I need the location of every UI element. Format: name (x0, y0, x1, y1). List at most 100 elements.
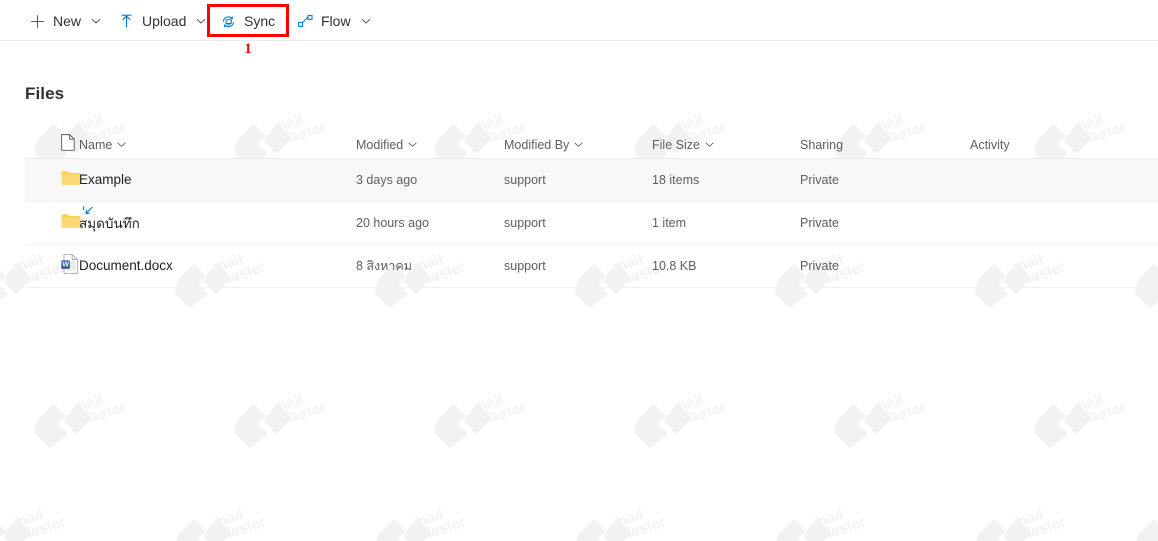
header-cell-activity[interactable]: Activity (970, 138, 1100, 152)
table-header-row: Name Modified Modified By File Size Shar… (25, 131, 1158, 159)
file-name-link[interactable]: สมุดบันทึก (79, 216, 140, 232)
header-cell-sharing[interactable]: Sharing (800, 138, 970, 152)
chevron-down-icon[interactable] (116, 139, 127, 150)
file-name-link[interactable]: Example (79, 172, 132, 187)
file-size-value: 18 items (652, 173, 700, 187)
table-row[interactable]: สมุดบันทึก 20 hours ago support 1 item Priva… (25, 202, 1158, 245)
svg-text:mail: mail (1071, 391, 1105, 416)
files-table: Name Modified Modified By File Size Shar… (25, 131, 1158, 288)
folder-icon (61, 170, 81, 191)
annotation-step-number: 1 (244, 41, 252, 57)
svg-text:master: master (616, 513, 668, 541)
new-button-label: New (53, 13, 82, 29)
svg-text:master: master (816, 513, 868, 541)
table-row[interactable]: Example 3 days ago support 18 items Private (25, 159, 1158, 202)
modified-by-value: support (504, 173, 546, 187)
modified-by-value: support (504, 259, 546, 273)
svg-text:master: master (876, 398, 928, 429)
sync-button[interactable]: Sync (213, 5, 282, 37)
row-sharing-cell[interactable]: Private (800, 171, 970, 189)
watermark-logo: mailmaster (960, 505, 1090, 541)
file-size-value: 1 item (652, 216, 687, 230)
svg-text:master: master (216, 513, 268, 541)
document-icon (61, 133, 75, 156)
sync-icon (220, 13, 237, 30)
watermark-logo: mailmaster (360, 505, 490, 541)
row-icon-cell: W (25, 253, 79, 279)
header-label-file-size: File Size (652, 137, 700, 152)
watermark-logo: mailmaster (160, 505, 290, 541)
upload-button[interactable]: Upload (111, 5, 215, 37)
modified-value: 3 days ago (356, 173, 418, 187)
svg-text:mail: mail (211, 506, 245, 531)
svg-text:master: master (16, 513, 68, 541)
svg-text:mail: mail (271, 391, 305, 416)
watermark-logo: mailmaster (620, 390, 750, 460)
modified-value: 8 สิงหาคม (356, 259, 413, 273)
header-cell-name[interactable]: Name (79, 138, 356, 152)
table-row[interactable]: W Document.docx 8 สิงหาคม support 10.8 KB Pri… (25, 245, 1158, 288)
sharing-value[interactable]: Private (800, 259, 839, 273)
row-icon-cell (25, 170, 81, 191)
header-cell-modified-by[interactable]: Modified By (504, 138, 652, 152)
sharing-value[interactable]: Private (800, 173, 839, 187)
header-label-modified-by: Modified By (504, 137, 570, 152)
svg-text:master: master (476, 398, 528, 429)
chevron-down-icon[interactable] (194, 14, 208, 28)
svg-text:mail: mail (411, 506, 445, 531)
page-title: Files (25, 84, 65, 103)
svg-text:mail: mail (871, 391, 905, 416)
row-icon-cell (25, 213, 81, 234)
sync-button-label: Sync (244, 13, 276, 29)
chevron-down-icon[interactable] (89, 14, 103, 28)
svg-text:mail: mail (1011, 506, 1045, 531)
watermark-logo: mailmaster (0, 505, 90, 541)
upload-button-label: Upload (142, 13, 187, 29)
watermark-logo: mailmaster (1020, 390, 1150, 460)
chevron-down-icon[interactable] (704, 139, 715, 150)
svg-text:master: master (1076, 398, 1128, 429)
flow-icon (297, 13, 314, 30)
command-bar: New Upload Sync Flow (0, 0, 1158, 41)
header-cell-modified[interactable]: Modified (356, 138, 504, 152)
watermark-logo: mailmaster (420, 390, 550, 460)
row-sharing-cell[interactable]: Private (800, 257, 970, 275)
chevron-down-icon[interactable] (573, 139, 584, 150)
link-cursor-icon (81, 204, 95, 218)
row-sharing-cell[interactable]: Private (800, 214, 970, 232)
file-size-value: 10.8 KB (652, 259, 697, 273)
chevron-down-icon[interactable] (359, 14, 373, 28)
row-modified-by-cell: support (504, 257, 652, 275)
flow-button[interactable]: Flow (290, 5, 380, 37)
row-name-cell[interactable]: Document.docx (79, 257, 356, 275)
svg-text:mail: mail (11, 506, 45, 531)
table-body: Example 3 days ago support 18 items Private ส… (25, 159, 1158, 288)
row-name-cell[interactable]: สมุดบันทึก (79, 206, 356, 234)
row-modified-by-cell: support (504, 171, 652, 189)
svg-text:mail: mail (611, 506, 645, 531)
svg-text:W: W (62, 259, 69, 268)
header-cell-file-size[interactable]: File Size (652, 138, 800, 152)
header-label-activity: Activity (970, 137, 1010, 152)
watermark-logo: mailmaster (20, 390, 150, 460)
row-file-size-cell: 10.8 KB (652, 257, 800, 275)
header-cell-icon (25, 133, 79, 156)
watermark-logo: mailmaster (1120, 505, 1158, 541)
row-name-cell[interactable]: Example (79, 171, 356, 189)
svg-text:mail: mail (71, 391, 105, 416)
svg-text:mail: mail (811, 506, 845, 531)
file-name-link[interactable]: Document.docx (79, 258, 173, 273)
watermark-logo: mailmaster (820, 390, 950, 460)
svg-text:master: master (676, 398, 728, 429)
sharepoint-files-page: mail master mail master mail master mail master… (0, 0, 1158, 541)
row-file-size-cell: 18 items (652, 171, 800, 189)
plus-icon (29, 13, 46, 30)
sharing-value[interactable]: Private (800, 216, 839, 230)
row-modified-cell: 3 days ago (356, 171, 504, 189)
flow-button-label: Flow (321, 13, 351, 29)
new-button[interactable]: New (22, 5, 110, 37)
svg-text:mail: mail (671, 391, 705, 416)
svg-text:master: master (1016, 513, 1068, 541)
chevron-down-icon[interactable] (407, 139, 418, 150)
row-file-size-cell: 1 item (652, 214, 800, 232)
